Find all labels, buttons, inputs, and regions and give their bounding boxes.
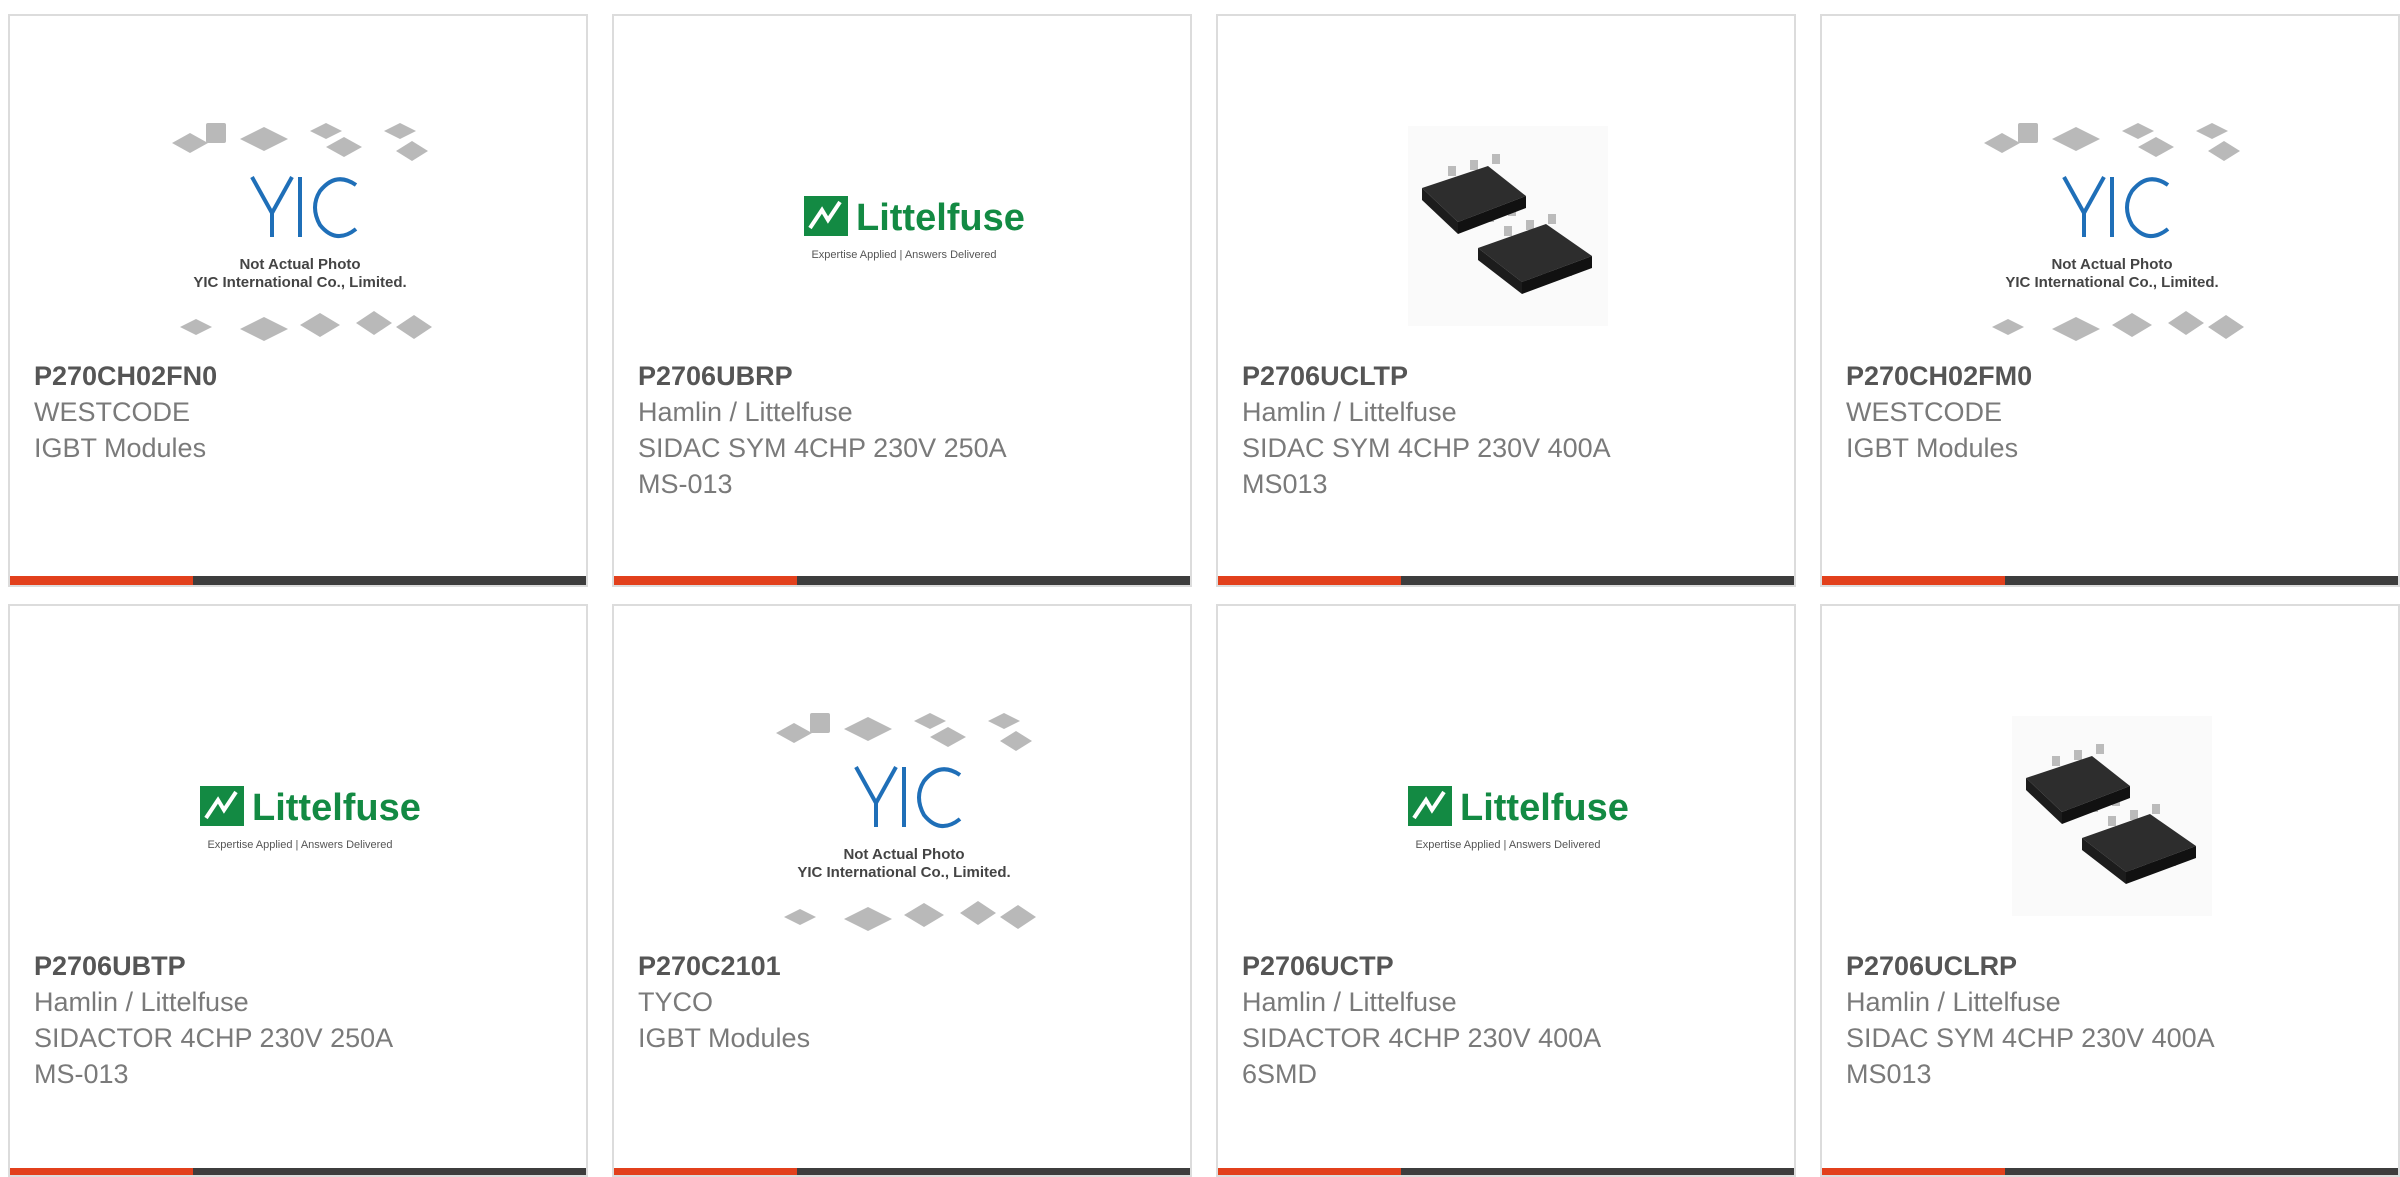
product-card[interactable]: P2706UCLRP Hamlin / Littelfuse SIDAC SYM… <box>1820 604 2400 1177</box>
manufacturer: Hamlin / Littelfuse <box>638 397 853 427</box>
product-card[interactable]: Not Actual Photo YIC International Co., … <box>612 604 1192 1177</box>
part-number[interactable]: P270CH02FM0 <box>1846 358 2378 394</box>
product-info: P2706UCLTP Hamlin / Littelfuse SIDAC SYM… <box>1242 358 1774 502</box>
description: SIDAC SYM 4CHP 230V 250A <box>638 433 1007 463</box>
product-image[interactable] <box>1368 96 1648 356</box>
card-accent-bar <box>614 576 1190 585</box>
description: SIDAC SYM 4CHP 230V 400A <box>1846 1023 2215 1053</box>
description: IGBT Modules <box>1846 433 2019 463</box>
part-number[interactable]: P2706UCTP <box>1242 948 1774 984</box>
part-number[interactable]: P270CH02FN0 <box>34 358 566 394</box>
product-image[interactable]: Not Actual Photo YIC International Co., … <box>764 686 1044 946</box>
product-card[interactable]: Littelfuse Expertise Applied | Answers D… <box>8 604 588 1177</box>
description: SIDACTOR 4CHP 230V 250A <box>34 1023 394 1053</box>
manufacturer: Hamlin / Littelfuse <box>1846 987 2061 1017</box>
yic-placeholder-image: Not Actual Photo YIC International Co., … <box>776 713 1036 931</box>
card-accent-bar <box>1822 1168 2398 1175</box>
placeholder-caption-1: Not Actual Photo <box>2051 256 2172 273</box>
product-grid: Not Actual Photo YIC International Co., … <box>0 0 2400 1177</box>
package: 6SMD <box>1242 1059 1318 1089</box>
placeholder-caption-2: YIC International Co., Limited. <box>2005 274 2218 291</box>
product-card[interactable]: Not Actual Photo YIC International Co., … <box>1820 14 2400 587</box>
product-image[interactable] <box>1972 686 2252 946</box>
logo-brand: Littelfuse <box>856 197 1025 239</box>
package: MS-013 <box>638 469 733 499</box>
logo-tagline: Expertise Applied | Answers Delivered <box>207 839 392 851</box>
product-card[interactable]: Littelfuse Expertise Applied | Answers D… <box>612 14 1192 587</box>
manufacturer: Hamlin / Littelfuse <box>1242 397 1457 427</box>
placeholder-caption-1: Not Actual Photo <box>239 256 360 273</box>
manufacturer: WESTCODE <box>1846 397 2003 427</box>
littelfuse-logo: Littelfuse Expertise Applied | Answers D… <box>200 786 421 851</box>
product-info: P2706UCTP Hamlin / Littelfuse SIDACTOR 4… <box>1242 948 1774 1092</box>
logo-brand: Littelfuse <box>1460 787 1629 829</box>
description: IGBT Modules <box>34 433 207 463</box>
card-accent-bar <box>10 576 586 585</box>
logo-tagline: Expertise Applied | Answers Delivered <box>811 249 996 261</box>
yic-placeholder-image: Not Actual Photo YIC International Co., … <box>1984 123 2244 341</box>
chip-photo <box>1408 126 1608 326</box>
description: SIDAC SYM 4CHP 230V 400A <box>1242 433 1611 463</box>
manufacturer: Hamlin / Littelfuse <box>1242 987 1457 1017</box>
yic-placeholder-image: Not Actual Photo YIC International Co., … <box>172 123 432 341</box>
manufacturer: Hamlin / Littelfuse <box>34 987 249 1017</box>
manufacturer: TYCO <box>638 987 714 1017</box>
part-number[interactable]: P2706UCLRP <box>1846 948 2378 984</box>
placeholder-caption-1: Not Actual Photo <box>843 846 964 863</box>
product-image[interactable]: Littelfuse Expertise Applied | Answers D… <box>1368 686 1648 946</box>
product-card[interactable]: Not Actual Photo YIC International Co., … <box>8 14 588 587</box>
product-card[interactable]: P2706UCLTP Hamlin / Littelfuse SIDAC SYM… <box>1216 14 1796 587</box>
product-card[interactable]: Littelfuse Expertise Applied | Answers D… <box>1216 604 1796 1177</box>
product-image[interactable]: Not Actual Photo YIC International Co., … <box>1972 96 2252 356</box>
part-number[interactable]: P2706UCLTP <box>1242 358 1774 394</box>
placeholder-caption-2: YIC International Co., Limited. <box>193 274 406 291</box>
card-accent-bar <box>1218 576 1794 585</box>
description: IGBT Modules <box>638 1023 811 1053</box>
card-accent-bar <box>1822 576 2398 585</box>
placeholder-caption-2: YIC International Co., Limited. <box>797 864 1010 881</box>
part-number[interactable]: P270C2101 <box>638 948 1170 984</box>
product-image[interactable]: Littelfuse Expertise Applied | Answers D… <box>160 686 440 946</box>
product-info: P270CH02FN0 WESTCODE IGBT Modules <box>34 358 566 466</box>
logo-tagline: Expertise Applied | Answers Delivered <box>1415 839 1600 851</box>
card-accent-bar <box>614 1168 1190 1175</box>
product-image[interactable]: Littelfuse Expertise Applied | Answers D… <box>764 96 1044 356</box>
part-number[interactable]: P2706UBRP <box>638 358 1170 394</box>
manufacturer: WESTCODE <box>34 397 191 427</box>
card-accent-bar <box>1218 1168 1794 1175</box>
product-info: P2706UCLRP Hamlin / Littelfuse SIDAC SYM… <box>1846 948 2378 1092</box>
package: MS-013 <box>34 1059 129 1089</box>
package: MS013 <box>1242 469 1328 499</box>
littelfuse-logo: Littelfuse Expertise Applied | Answers D… <box>804 196 1025 261</box>
product-info: P2706UBTP Hamlin / Littelfuse SIDACTOR 4… <box>34 948 566 1092</box>
littelfuse-logo: Littelfuse Expertise Applied | Answers D… <box>1408 786 1629 851</box>
description: SIDACTOR 4CHP 230V 400A <box>1242 1023 1602 1053</box>
product-info: P270CH02FM0 WESTCODE IGBT Modules <box>1846 358 2378 466</box>
product-info: P2706UBRP Hamlin / Littelfuse SIDAC SYM … <box>638 358 1170 502</box>
product-image[interactable]: Not Actual Photo YIC International Co., … <box>160 96 440 356</box>
package: MS013 <box>1846 1059 1932 1089</box>
part-number[interactable]: P2706UBTP <box>34 948 566 984</box>
logo-brand: Littelfuse <box>252 787 421 829</box>
chip-photo <box>2012 716 2212 916</box>
card-accent-bar <box>10 1168 586 1175</box>
product-info: P270C2101 TYCO IGBT Modules <box>638 948 1170 1056</box>
